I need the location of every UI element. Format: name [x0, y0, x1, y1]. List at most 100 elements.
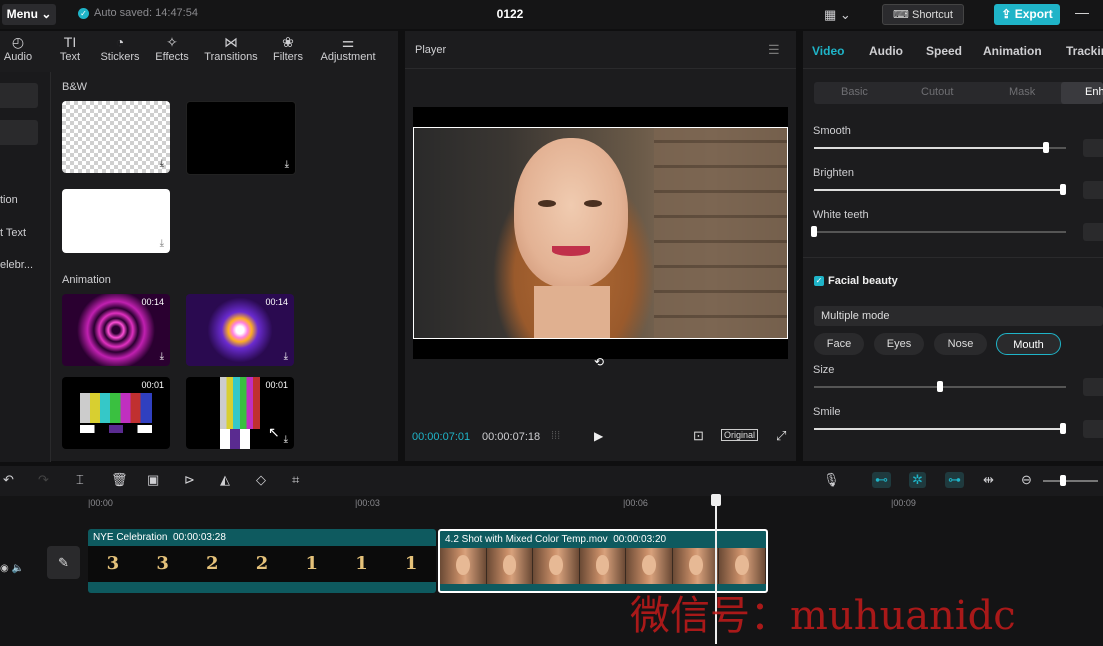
download-icon[interactable]: ⤓ [284, 351, 288, 362]
smile-slider[interactable] [814, 423, 1067, 434]
side-nav-item[interactable]: t Text [0, 227, 26, 239]
tab-text[interactable]: TI Text [52, 31, 88, 71]
playhead-handle[interactable] [711, 494, 721, 506]
subtab-mask[interactable]: Mask [1009, 86, 1035, 98]
brighten-slider[interactable] [814, 184, 1067, 195]
side-nav-item[interactable] [0, 120, 38, 145]
redo-icon[interactable]: ↷ [38, 472, 49, 488]
side-nav-item[interactable]: elebr... [0, 259, 33, 271]
brighten-value-box[interactable] [1083, 181, 1103, 199]
subtab-basic[interactable]: Basic [841, 86, 868, 98]
download-icon[interactable]: ⤓ [285, 159, 289, 170]
frame: 2 [255, 553, 269, 574]
tab-video[interactable]: Video [812, 44, 844, 58]
delete-icon[interactable]: 🗑 [111, 472, 128, 488]
tab-speed[interactable]: Speed [926, 44, 962, 58]
reverse-icon[interactable]: ⊳ [184, 472, 195, 488]
heart-animation-thumb[interactable]: 00:14 ⤓ [62, 294, 170, 366]
tab-label: Transitions [204, 51, 258, 63]
smooth-slider[interactable] [814, 142, 1066, 153]
feature-mouth-button[interactable]: Mouth [996, 333, 1061, 355]
mirror-icon[interactable]: ◭ [220, 472, 230, 488]
zoom-slider[interactable] [1043, 475, 1098, 486]
slider-knob[interactable] [1060, 423, 1067, 434]
color-bars [220, 377, 260, 429]
feature-face-button[interactable]: Face [814, 333, 864, 355]
rotate-icon[interactable]: ⟲ [594, 355, 604, 369]
download-icon[interactable]: ⤓ [160, 351, 164, 362]
white-clip-thumb[interactable]: ⤓ [62, 189, 170, 253]
smile-value-box[interactable] [1083, 420, 1103, 438]
main-track-magnet-icon[interactable]: ⊷ [872, 472, 891, 488]
freeze-icon[interactable]: ▣ [147, 472, 159, 488]
frame [486, 548, 534, 584]
tab-stickers[interactable]: ◔ Stickers [97, 31, 143, 71]
tab-transitions[interactable]: ⋈ Transitions [201, 31, 261, 71]
track-visibility-icon[interactable]: ◉ 🔈 [0, 563, 24, 574]
original-ratio-button[interactable]: Original [721, 429, 759, 441]
right-eye [584, 200, 602, 207]
grid-icon[interactable]: ⁞⁞⁞ [551, 430, 560, 442]
split-icon[interactable]: ⌶ [76, 472, 84, 488]
tab-filters[interactable]: ❀ Filters [269, 31, 307, 71]
heart-glow-animation-thumb[interactable]: 00:14 ⤓ [186, 294, 294, 366]
cover-edit-button[interactable]: ✎ [47, 546, 80, 579]
linkage-icon[interactable]: ⊶ [945, 472, 964, 488]
zoom-knob[interactable] [1060, 475, 1066, 486]
ruler-tick: |00:06 [623, 498, 648, 508]
tab-animation[interactable]: Animation [983, 44, 1042, 58]
rotate-clip-icon[interactable]: ◇ [256, 472, 266, 488]
tab-tracking[interactable]: Trackin [1066, 44, 1103, 58]
fullscreen-icon[interactable]: ⤢ [776, 428, 786, 444]
minimize-icon[interactable]: — [1075, 4, 1089, 20]
download-icon[interactable]: ⤓ [160, 158, 164, 169]
color-bars-thumb[interactable]: 00:01 [62, 377, 170, 449]
black-clip-thumb[interactable]: ⤓ [186, 101, 296, 175]
video-preview[interactable] [413, 127, 788, 339]
shortcut-button[interactable]: ⌨ Shortcut [882, 4, 964, 25]
frame: 1 [404, 553, 418, 574]
side-nav-item[interactable] [0, 83, 38, 108]
white-teeth-slider[interactable] [811, 226, 1066, 237]
slider-fill [814, 147, 1046, 149]
clip-label: NYE Celebration 00:00:03:28 [93, 532, 226, 543]
download-icon[interactable]: ⤓ [160, 238, 164, 249]
clip-duration: 00:01 [141, 380, 164, 390]
layout-icon[interactable]: ▦ ⌄ [824, 7, 851, 23]
crop-icon[interactable]: ⌗ [292, 472, 299, 488]
white-teeth-value-box[interactable] [1083, 223, 1103, 241]
auto-snap-icon[interactable]: ✲ [909, 472, 926, 488]
smooth-value-box[interactable] [1083, 139, 1103, 157]
microphone-icon[interactable]: 🎙 [823, 472, 840, 488]
feature-eyes-button[interactable]: Eyes [874, 333, 924, 355]
tab-audio[interactable]: ◴ Audio [0, 31, 36, 71]
zoom-out-icon[interactable]: ⊖ [1021, 472, 1032, 488]
timeline-clip[interactable]: NYE Celebration 00:00:03:28 3 3 2 2 1 1 … [88, 529, 436, 593]
size-slider[interactable] [814, 381, 1066, 392]
play-icon[interactable]: ▶ [594, 429, 603, 443]
slider-knob[interactable] [811, 226, 817, 237]
tab-audio-props[interactable]: Audio [869, 44, 903, 58]
slider-label: Smile [813, 406, 841, 418]
fit-view-icon[interactable]: ⊡ [693, 428, 704, 444]
undo-icon[interactable]: ↶ [3, 472, 14, 488]
hamburger-icon[interactable]: ☰ [768, 42, 780, 58]
slider-knob[interactable] [937, 381, 943, 392]
keyboard-icon: ⌨ [893, 9, 909, 21]
feature-nose-button[interactable]: Nose [934, 333, 987, 355]
preview-axis-icon[interactable]: ⇹ [983, 472, 994, 488]
slider-knob[interactable] [1060, 184, 1067, 195]
transparent-clip-thumb[interactable]: ⤓ [62, 101, 170, 173]
export-button[interactable]: ⇪ Export [994, 4, 1060, 25]
download-icon[interactable]: ⤓ [284, 434, 288, 445]
upload-icon: ⇪ [1001, 7, 1012, 21]
side-nav-item[interactable]: tion [0, 194, 18, 206]
slider-knob[interactable] [1042, 142, 1049, 153]
color-bars [80, 393, 152, 423]
facial-beauty-checkbox[interactable]: ✓ [814, 276, 824, 286]
tab-adjustment[interactable]: ⚌ Adjustment [316, 31, 380, 71]
size-value-box[interactable] [1083, 378, 1103, 396]
tab-effects[interactable]: ✧ Effects [152, 31, 192, 71]
subtab-cutout[interactable]: Cutout [921, 86, 953, 98]
subtab-enhance[interactable]: Enh [1085, 86, 1103, 98]
